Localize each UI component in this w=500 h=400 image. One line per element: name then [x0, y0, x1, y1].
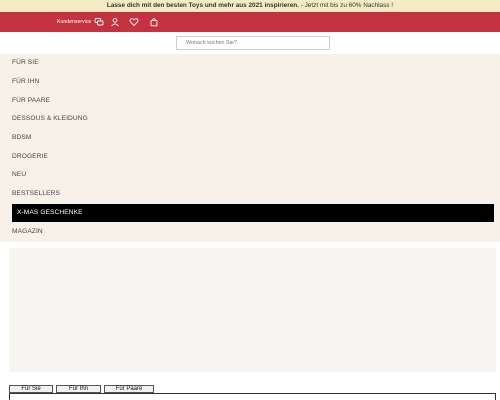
search-input[interactable]	[176, 36, 330, 50]
customer-service-link[interactable]: Kundenservice	[57, 12, 91, 32]
chat-icon[interactable]	[94, 17, 104, 27]
nav-item-fuer-paare[interactable]: FÜR PAARE	[0, 92, 500, 110]
customer-service-label: Kundenservice	[57, 19, 92, 25]
user-icon[interactable]	[110, 17, 120, 27]
heart-icon[interactable]	[129, 17, 139, 27]
nav-item-drogerie[interactable]: DROGERIE	[0, 148, 500, 166]
site-header: Kundenservice	[0, 12, 500, 32]
nav-item-dessous-kleidung[interactable]: DESSOUS & KLEIDUNG	[0, 110, 500, 128]
content-placeholder	[9, 248, 496, 372]
nav-item-bdsm[interactable]: BDSM	[0, 129, 500, 147]
promo-headline: Lasse dich mit den besten Toys und mehr …	[106, 2, 299, 9]
promo-banner[interactable]: Lasse dich mit den besten Toys und mehr …	[0, 0, 500, 12]
promo-offer: - Jetzt mit bis zu 60% Nachlass !	[298, 2, 394, 9]
tab-fuer-paare[interactable]: Für Paare	[104, 385, 154, 393]
tab-panel	[9, 393, 496, 400]
main-navigation: FÜR SIE FÜR IHN FÜR PAARE DESSOUS & KLEI…	[0, 54, 500, 242]
tab-fuer-sie[interactable]: Für Sie	[9, 385, 53, 393]
nav-item-magazin[interactable]: MAGAZIN	[0, 223, 500, 241]
nav-item-bestsellers[interactable]: BESTSELLERS	[0, 185, 500, 203]
bag-icon[interactable]	[149, 17, 159, 27]
nav-item-xmas-geschenke[interactable]: X-MAS GESCHENKE	[12, 204, 494, 222]
nav-item-neu[interactable]: NEU	[0, 166, 500, 184]
nav-item-fuer-sie[interactable]: FÜR SIE	[0, 54, 500, 72]
tab-fuer-ihn[interactable]: Für Ihn	[56, 385, 101, 393]
nav-item-fuer-ihn[interactable]: FÜR IHN	[0, 73, 500, 91]
search-bar	[0, 32, 500, 54]
